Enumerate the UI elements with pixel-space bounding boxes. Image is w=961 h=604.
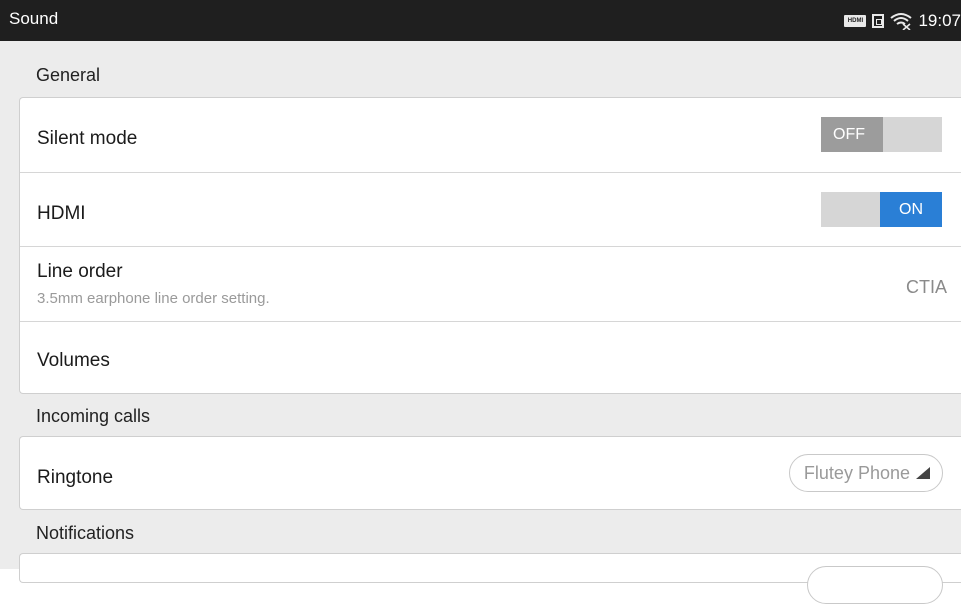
- line-order-subtitle: 3.5mm earphone line order setting.: [37, 290, 270, 307]
- incoming-calls-card: Ringtone Flutey Phone: [19, 436, 961, 510]
- status-icons: HDMI 19:07: [844, 0, 961, 41]
- volumes-row[interactable]: Volumes: [20, 321, 961, 395]
- sim-icon: [872, 13, 885, 28]
- status-time: 19:07: [918, 10, 961, 30]
- section-header-incoming-calls: Incoming calls: [36, 406, 151, 426]
- hdmi-icon: HDMI: [844, 14, 867, 27]
- silent-mode-row[interactable]: Silent mode OFF: [20, 98, 961, 172]
- line-order-value: CTIA: [905, 277, 947, 297]
- ringtone-row[interactable]: Ringtone Flutey Phone: [20, 437, 961, 511]
- wifi-icon: [890, 12, 913, 30]
- notifications-dropdown[interactable]: [807, 566, 943, 604]
- volumes-label: Volumes: [37, 350, 110, 371]
- hdmi-toggle-state: ON: [880, 192, 942, 227]
- ringtone-value: Flutey Phone: [803, 462, 910, 483]
- status-bar: Sound HDMI 19:07: [0, 0, 961, 41]
- general-card: Silent mode OFF HDMI ON Line order 3.5mm…: [19, 97, 961, 394]
- hdmi-label: HDMI: [37, 203, 86, 224]
- dropdown-triangle-icon: [916, 467, 930, 479]
- ringtone-dropdown[interactable]: Flutey Phone: [788, 454, 943, 492]
- silent-mode-label: Silent mode: [37, 128, 138, 149]
- hdmi-row[interactable]: HDMI ON: [20, 172, 961, 246]
- section-header-general: General: [36, 65, 101, 85]
- hdmi-toggle[interactable]: ON: [821, 192, 942, 227]
- silent-mode-toggle[interactable]: OFF: [821, 117, 942, 152]
- notifications-card: [19, 553, 961, 604]
- silent-mode-toggle-state: OFF: [821, 117, 883, 152]
- ringtone-label: Ringtone: [37, 467, 114, 488]
- section-header-notifications: Notifications: [36, 523, 135, 543]
- line-order-row[interactable]: Line order 3.5mm earphone line order set…: [20, 246, 961, 321]
- line-order-label: Line order: [37, 261, 123, 282]
- settings-panel: General Silent mode OFF HDMI ON Line ord…: [0, 41, 961, 604]
- screen-title: Sound: [9, 9, 59, 28]
